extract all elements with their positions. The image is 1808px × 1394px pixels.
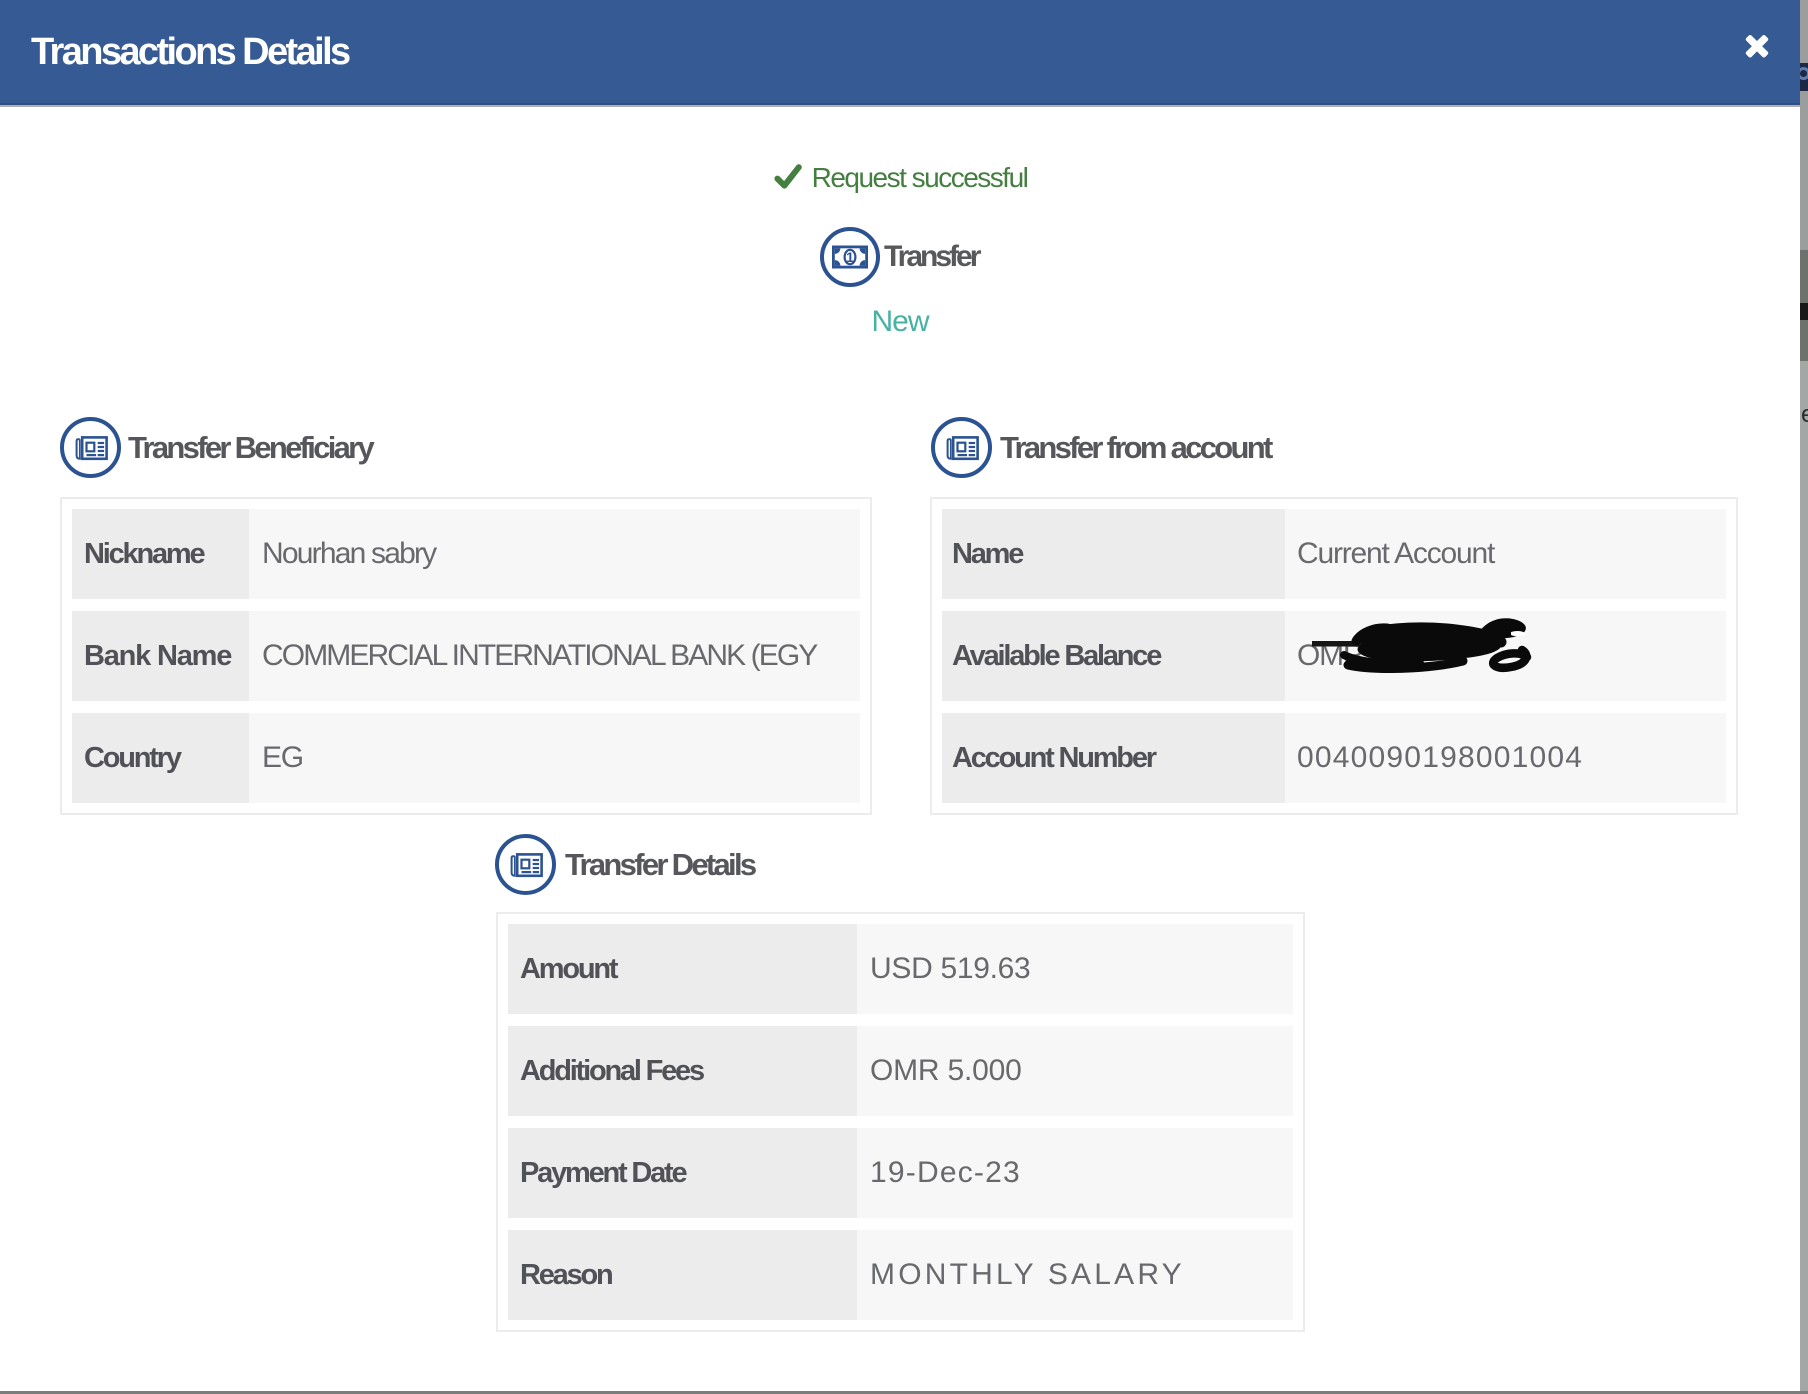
svg-text:1: 1: [846, 249, 854, 265]
